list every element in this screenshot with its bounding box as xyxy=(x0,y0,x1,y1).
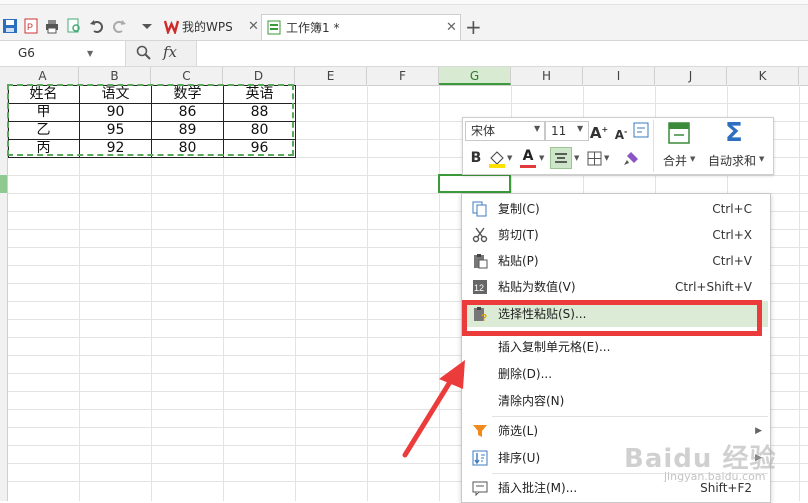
menu-item-label: 复制(C) xyxy=(498,202,540,216)
align-center-button[interactable] xyxy=(550,147,572,169)
chevron-down-icon[interactable]: ▼ xyxy=(534,124,540,133)
scissors-icon xyxy=(472,227,488,243)
tab-label: 工作簿1 * xyxy=(286,21,340,35)
wps-logo-icon xyxy=(164,20,179,34)
new-tab-button[interactable]: + xyxy=(465,14,482,40)
save-icon[interactable] xyxy=(2,18,18,34)
menu-item-paste-values[interactable]: 12 粘贴为数值(V) Ctrl+Shift+V xyxy=(462,274,768,300)
insert-function-button[interactable]: fx xyxy=(163,43,177,61)
merge-label[interactable]: 合并 xyxy=(663,152,687,169)
autosum-icon[interactable]: Σ xyxy=(725,118,743,148)
tab-workbook[interactable]: 工作簿1 * ✕ xyxy=(261,14,461,40)
menu-item-shortcut: Ctrl+V xyxy=(712,254,752,268)
chevron-down-icon[interactable]: ▼ xyxy=(690,155,695,163)
increase-font-icon[interactable]: A+ xyxy=(589,120,609,143)
print-icon[interactable] xyxy=(44,18,60,34)
toolbar-divider xyxy=(653,120,654,172)
column-header[interactable]: K xyxy=(727,67,799,85)
close-tab-icon[interactable]: ✕ xyxy=(248,14,259,40)
formula-tools: fx xyxy=(125,41,197,66)
menu-item-label: 粘贴为数值(V) xyxy=(498,280,576,294)
copy-marquee xyxy=(7,84,294,156)
font-color-button[interactable]: A xyxy=(520,146,536,168)
paste-values-icon: 12 xyxy=(473,280,487,294)
menu-item-shortcut: Ctrl+Shift+V xyxy=(675,280,752,294)
bold-button[interactable]: B xyxy=(467,148,485,168)
copy-icon xyxy=(472,201,487,217)
borders-icon[interactable] xyxy=(587,151,602,166)
spreadsheet-icon xyxy=(267,20,281,35)
menu-item-label: 插入复制单元格(E)... xyxy=(498,340,611,354)
mini-toolbar: 宋体 ▼ 11 ▼ A+ A- B ▼ A ▼ ▼ ▼ 合并 ▼ Σ 自动求和 … xyxy=(462,117,774,175)
chevron-down-icon[interactable]: ▼ xyxy=(539,154,544,162)
export-pdf-icon[interactable]: P xyxy=(23,18,39,34)
column-header[interactable]: J xyxy=(655,67,727,85)
menu-item-label: 清除内容(N) xyxy=(498,394,565,408)
chevron-down-icon[interactable]: ▼ xyxy=(507,154,512,162)
menu-item-delete[interactable]: 删除(D)... xyxy=(462,361,768,387)
chevron-down-icon[interactable]: ▼ xyxy=(604,154,609,162)
chevron-down-icon[interactable]: ▼ xyxy=(577,124,583,133)
menu-separator xyxy=(492,416,768,417)
row-header-selected[interactable] xyxy=(0,175,7,193)
column-header-selected[interactable]: G xyxy=(439,67,511,85)
quick-access-dropdown-icon[interactable] xyxy=(139,18,155,34)
zoom-formula-icon[interactable] xyxy=(136,45,151,60)
tab-label: 我的WPS xyxy=(182,20,233,34)
menu-item-label: 排序(U) xyxy=(498,451,541,465)
decrease-font-icon[interactable]: A- xyxy=(611,122,631,145)
menu-item-clear-contents[interactable]: 清除内容(N) xyxy=(462,388,768,414)
print-preview-icon[interactable] xyxy=(66,18,82,34)
column-header[interactable]: I xyxy=(583,67,655,85)
menu-item-copy[interactable]: 复制(C) Ctrl+C xyxy=(462,196,768,222)
watermark-url: jingyan.baidu.com xyxy=(664,470,766,483)
column-header[interactable]: H xyxy=(511,67,583,85)
paste-icon xyxy=(474,254,488,269)
chevron-down-icon[interactable]: ▼ xyxy=(574,154,579,162)
svg-text:12: 12 xyxy=(474,283,484,293)
column-header[interactable]: C xyxy=(151,67,223,85)
font-color-letter: A xyxy=(522,148,534,164)
menu-item-insert-copied-cells[interactable]: 插入复制单元格(E)... xyxy=(462,334,768,360)
undo-icon[interactable] xyxy=(89,18,105,34)
ribbon-edge xyxy=(0,0,808,5)
column-header[interactable]: D xyxy=(223,67,295,85)
tab-my-wps[interactable]: 我的WPS ✕ xyxy=(160,14,259,40)
merge-cells-icon[interactable] xyxy=(668,122,690,144)
column-header[interactable]: E xyxy=(295,67,367,85)
column-header[interactable]: B xyxy=(79,67,151,85)
close-tab-icon[interactable]: ✕ xyxy=(446,15,457,41)
highlight-box-annotation xyxy=(462,300,762,336)
menu-item-label: 筛选(L) xyxy=(498,424,539,438)
red-arrow-annotation xyxy=(402,360,465,458)
format-painter-icon[interactable] xyxy=(623,150,640,167)
redo-icon[interactable] xyxy=(111,18,127,34)
chevron-down-icon[interactable]: ▼ xyxy=(759,155,764,163)
menu-item-label: 删除(D)... xyxy=(498,367,553,381)
menu-item-shortcut: Ctrl+C xyxy=(712,202,752,216)
wrap-text-icon[interactable] xyxy=(633,122,649,138)
menu-item-paste[interactable]: 粘贴(P) Ctrl+V xyxy=(462,248,768,274)
menu-item-label: 粘贴(P) xyxy=(498,254,539,268)
svg-text:P: P xyxy=(27,22,33,32)
column-header[interactable]: F xyxy=(367,67,439,85)
menu-item-label: 剪切(T) xyxy=(498,228,539,242)
name-box[interactable]: G6 xyxy=(0,43,96,64)
active-cell-g6[interactable] xyxy=(438,174,511,193)
menu-item-label: 插入批注(M)... xyxy=(498,481,578,495)
column-header[interactable]: A xyxy=(7,67,79,85)
name-box-dropdown-icon[interactable]: ▼ xyxy=(87,43,93,64)
autosum-label[interactable]: 自动求和 xyxy=(708,152,756,169)
font-name-select[interactable]: 宋体 xyxy=(465,121,545,141)
align-center-icon xyxy=(555,153,567,163)
fill-color-icon[interactable] xyxy=(488,149,506,169)
comment-icon xyxy=(472,481,488,496)
menu-item-shortcut: Ctrl+X xyxy=(712,228,752,242)
menu-item-cut[interactable]: 剪切(T) Ctrl+X xyxy=(462,222,768,248)
formula-input[interactable] xyxy=(196,41,808,66)
